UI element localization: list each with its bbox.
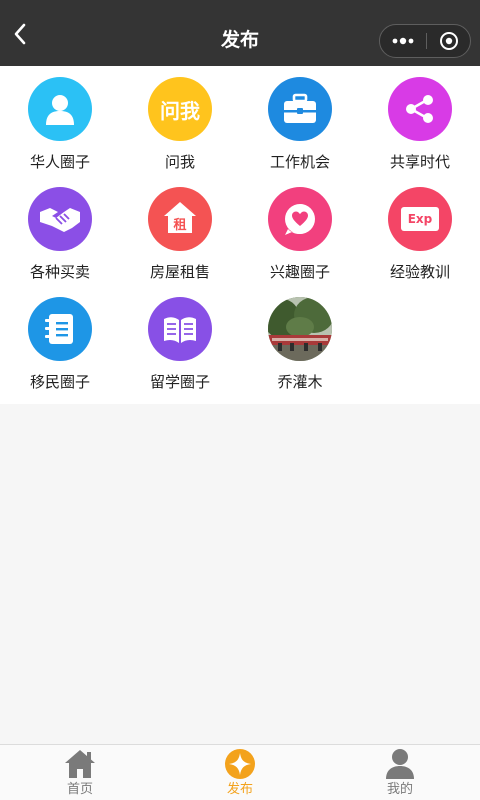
grid-item-label: 经验教训 bbox=[389, 263, 450, 281]
open-book-icon bbox=[148, 297, 212, 361]
house-rent-icon: 租 bbox=[148, 187, 212, 251]
notebook-icon bbox=[28, 297, 92, 361]
tab-home[interactable]: 首页 bbox=[0, 745, 160, 800]
mini-program-capsule bbox=[379, 24, 471, 58]
tab-publish[interactable]: 发布 bbox=[160, 745, 320, 800]
publish-icon bbox=[224, 748, 256, 780]
grid-item-immigration-circle[interactable]: 移民圈子 bbox=[0, 286, 120, 396]
grid-item-ask-me[interactable]: 问我 问我 bbox=[120, 66, 240, 176]
heart-bubble-icon bbox=[268, 187, 332, 251]
tab-profile[interactable]: 我的 bbox=[320, 745, 480, 800]
category-grid: 华人圈子 问我 问我 工作机会 共享时代 各种买卖 租 房屋租售 兴趣圈子 Ex… bbox=[0, 66, 480, 404]
grid-item-job-opportunity[interactable]: 工作机会 bbox=[240, 66, 360, 176]
more-dots-icon bbox=[392, 37, 414, 45]
tab-label: 首页 bbox=[66, 782, 93, 797]
profile-icon bbox=[384, 748, 416, 780]
exp-icon-text: Exp bbox=[407, 212, 433, 226]
grid-item-label: 兴趣圈子 bbox=[269, 263, 330, 281]
person-icon bbox=[28, 77, 92, 141]
grid-item-label: 共享时代 bbox=[389, 153, 450, 171]
nav-header: 发布 bbox=[0, 0, 480, 66]
ask-me-icon: 问我 bbox=[148, 77, 212, 141]
grid-item-sharing-era[interactable]: 共享时代 bbox=[360, 66, 480, 176]
bottom-tab-bar: 首页 发布 我的 bbox=[0, 744, 480, 800]
grid-item-label: 各种买卖 bbox=[29, 263, 90, 281]
grid-item-experience[interactable]: Exp 经验教训 bbox=[360, 176, 480, 286]
close-button[interactable] bbox=[427, 25, 471, 57]
briefcase-icon bbox=[268, 77, 332, 141]
grid-item-trading[interactable]: 各种买卖 bbox=[0, 176, 120, 286]
grid-item-label: 留学圈子 bbox=[149, 373, 210, 391]
grid-item-study-abroad[interactable]: 留学圈子 bbox=[120, 286, 240, 396]
house-rent-icon-text: 租 bbox=[173, 217, 187, 233]
grid-item-interest-circle[interactable]: 兴趣圈子 bbox=[240, 176, 360, 286]
more-button[interactable] bbox=[380, 25, 426, 57]
grid-item-label: 问我 bbox=[164, 153, 195, 171]
avatar-photo bbox=[268, 297, 332, 361]
grid-item-house-rent[interactable]: 租 房屋租售 bbox=[120, 176, 240, 286]
exp-icon: Exp bbox=[388, 187, 452, 251]
grid-item-label: 工作机会 bbox=[269, 153, 330, 171]
grid-item-user-qiaoguanmu[interactable]: 乔灌木 bbox=[240, 286, 360, 396]
close-target-icon bbox=[440, 32, 458, 50]
home-icon bbox=[64, 748, 96, 780]
grid-item-chinese-circle[interactable]: 华人圈子 bbox=[0, 66, 120, 176]
tab-label: 我的 bbox=[386, 782, 413, 797]
handshake-icon bbox=[28, 187, 92, 251]
share-icon bbox=[388, 77, 452, 141]
grid-item-label: 移民圈子 bbox=[29, 373, 90, 391]
grid-item-label: 华人圈子 bbox=[29, 153, 90, 171]
tab-label: 发布 bbox=[226, 782, 253, 797]
ask-me-icon-text: 问我 bbox=[160, 98, 200, 123]
grid-item-label: 房屋租售 bbox=[149, 263, 210, 281]
grid-item-label: 乔灌木 bbox=[277, 373, 323, 391]
